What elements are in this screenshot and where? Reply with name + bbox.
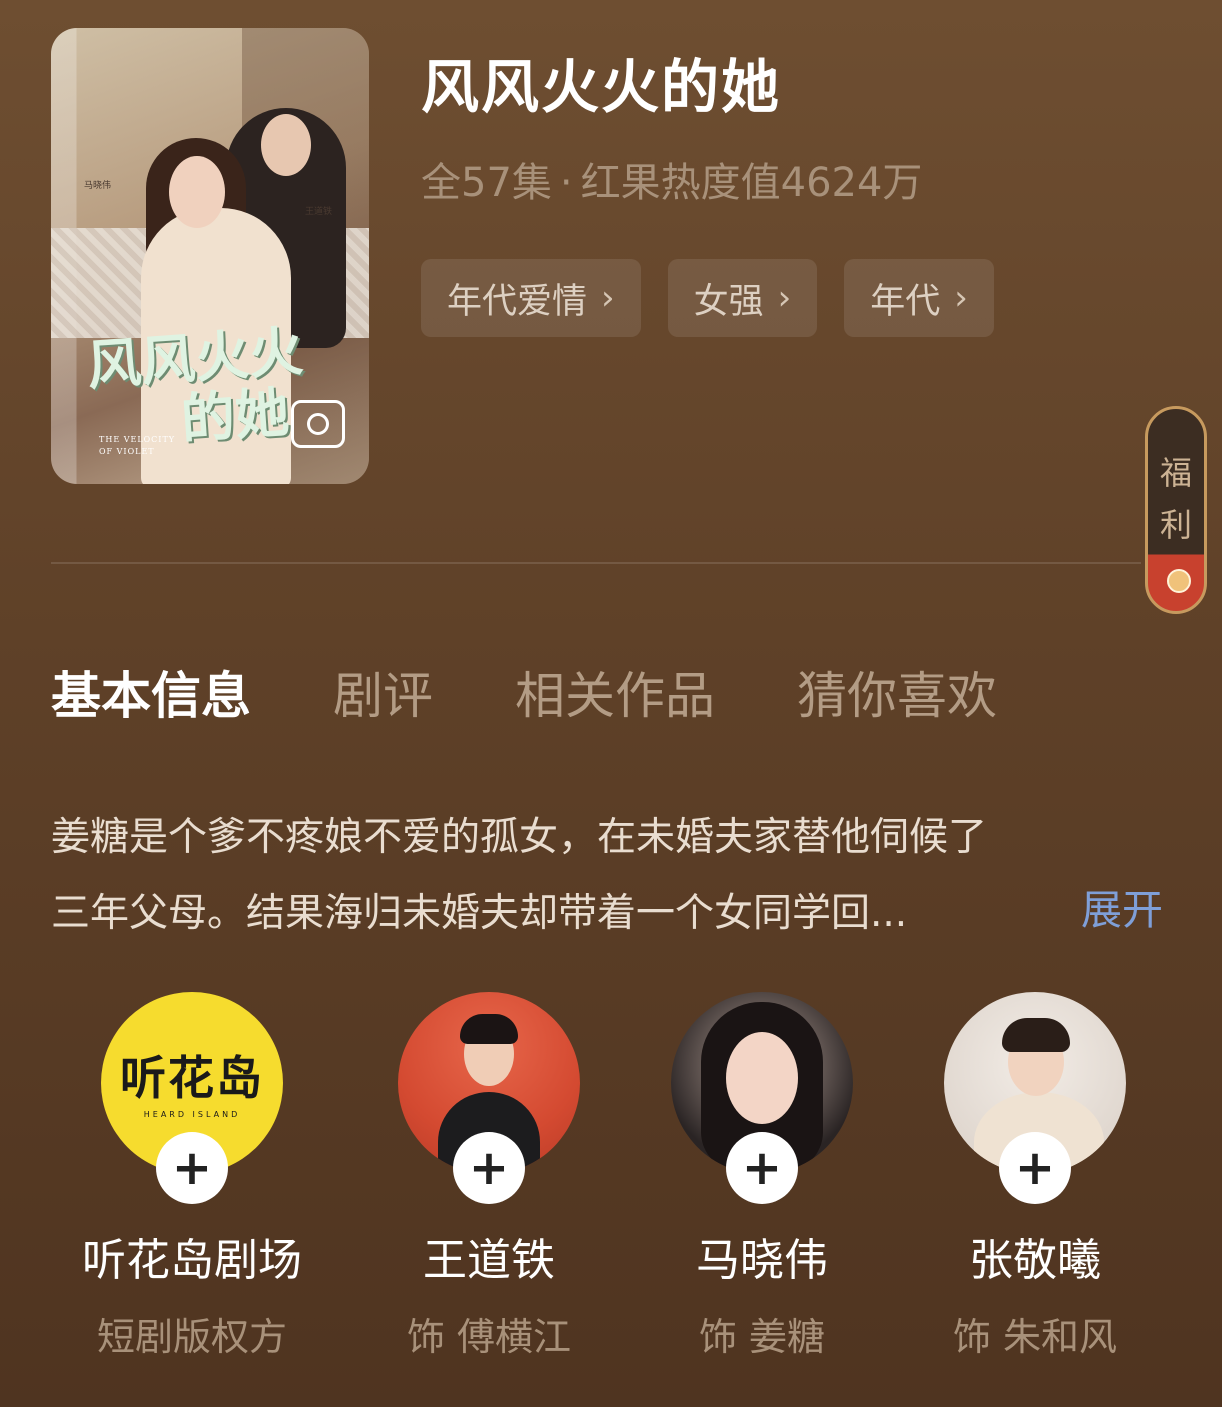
synopsis-line-1: 姜糖是个爹不疼娘不爱的孤女，在未婚夫家替他伺候了: [51, 815, 988, 860]
cast-role: 饰 姜糖: [698, 1315, 826, 1359]
genre-tags: 年代爱情 › 女强 › 年代 ›: [421, 259, 994, 337]
tag-chip[interactable]: 年代 ›: [844, 259, 994, 337]
follow-plus-icon[interactable]: +: [726, 1132, 798, 1204]
tag-label: 年代爱情: [447, 281, 588, 322]
red-envelope-icon: [1167, 569, 1191, 593]
tab-reviews[interactable]: 剧评: [333, 656, 433, 728]
poster-art-title-line2: 的她: [178, 379, 292, 452]
poster-english-line1: THE VELOCITY: [99, 435, 176, 444]
poster-english-title: THE VELOCITY OF VIOLET: [99, 434, 175, 458]
studio-logo-sub: HEARD ISLAND: [143, 1109, 241, 1119]
detail-tabs: 基本信息 剧评 相关作品 猜你喜欢: [51, 656, 997, 728]
cast-member[interactable]: + 张敬曦 饰 朱和风: [885, 992, 1185, 1361]
cast-member[interactable]: + 王道铁 饰 傅横江: [339, 992, 639, 1361]
avatar-figure-hair: [1002, 1018, 1070, 1052]
cast-name: 王道铁: [423, 1235, 555, 1286]
welfare-label-1: 福: [1159, 454, 1192, 492]
follow-plus-icon[interactable]: +: [453, 1132, 525, 1204]
follow-plus-icon[interactable]: +: [999, 1132, 1071, 1204]
tag-chip[interactable]: 年代爱情 ›: [421, 259, 641, 337]
camera-icon: [291, 400, 345, 448]
welfare-button[interactable]: 福 利: [1145, 406, 1207, 614]
tag-chip[interactable]: 女强 ›: [667, 259, 818, 337]
meta-separator: ·: [559, 160, 573, 206]
drama-poster[interactable]: 马晓伟 王道铁 风风火火 的她 THE VELOCITY OF VIOLET: [51, 28, 369, 484]
tag-label: 女强: [693, 281, 764, 322]
tag-label: 年代: [870, 281, 941, 322]
cast-member[interactable]: + 马晓伟 饰 姜糖: [612, 992, 912, 1361]
cast-role: 饰 傅横江: [406, 1315, 572, 1359]
section-divider: [51, 562, 1141, 564]
cast-role: 饰 朱和风: [952, 1315, 1118, 1359]
drama-meta: 全57集 · 红果热度值4624万: [421, 150, 922, 208]
expand-link[interactable]: 展开: [1081, 876, 1163, 936]
tab-recommendations[interactable]: 猜你喜欢: [797, 656, 997, 728]
follow-plus-icon[interactable]: +: [156, 1132, 228, 1204]
chevron-right-icon: ›: [954, 278, 968, 318]
synopsis-line-2: 三年父母。结果海归未婚夫却带着一个女同学回...: [51, 891, 908, 936]
tab-related-works[interactable]: 相关作品: [515, 656, 715, 728]
poster-english-line2: OF VIOLET: [99, 447, 155, 456]
cast-list: 听花岛 HEARD ISLAND + 听花岛剧场 短剧版权方 + 王道铁 饰 傅…: [0, 992, 1222, 1392]
welfare-label: 福 利: [1148, 447, 1204, 551]
avatar-figure-hair: [460, 1014, 518, 1044]
cast-name: 马晓伟: [696, 1235, 828, 1286]
poster-female-head: [169, 156, 225, 228]
chevron-right-icon: ›: [601, 278, 615, 318]
cast-role: 短剧版权方: [96, 1315, 287, 1359]
synopsis: 姜糖是个爹不疼娘不爱的孤女，在未婚夫家替他伺候了 三年父母。结果海归未婚夫却带着…: [51, 800, 1171, 952]
poster-caption-right: 王道铁: [305, 207, 333, 217]
studio-logo: 听花岛: [120, 1050, 264, 1105]
cast-name: 张敬曦: [969, 1235, 1101, 1286]
welfare-label-2: 利: [1159, 506, 1192, 544]
avatar-figure-head: [726, 1032, 798, 1124]
poster-male-head: [261, 114, 311, 176]
cast-member[interactable]: 听花岛 HEARD ISLAND + 听花岛剧场 短剧版权方: [42, 992, 342, 1361]
chevron-right-icon: ›: [777, 278, 792, 318]
episode-count: 全57集: [421, 160, 552, 206]
cast-name: 听花岛剧场: [82, 1235, 302, 1286]
drama-title: 风风火火的她: [421, 53, 782, 121]
heat-value: 红果热度值4624万: [580, 160, 923, 206]
poster-caption-left: 马晓伟: [84, 181, 112, 191]
tab-basic-info[interactable]: 基本信息: [51, 656, 251, 728]
